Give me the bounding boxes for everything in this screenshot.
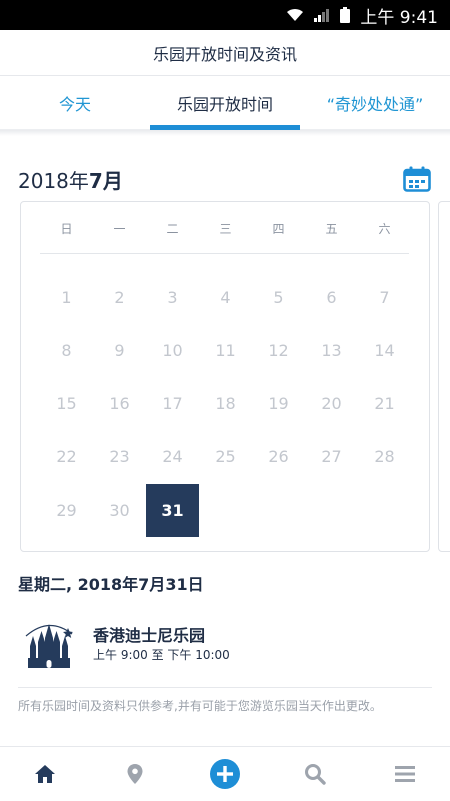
castle-logo-icon <box>25 624 73 668</box>
calendar-day[interactable]: 4 <box>199 271 252 324</box>
month-calendar: 日 一 二 三 四 五 六 1 2 3 4 5 6 7 8 9 10 11 12… <box>20 201 430 552</box>
home-icon <box>35 765 55 783</box>
calendar-day[interactable]: 26 <box>252 430 305 483</box>
calendar-day[interactable]: 3 <box>146 271 199 324</box>
menu-icon <box>395 766 415 782</box>
tab-magic-access[interactable]: “奇妙处处通” <box>300 76 450 130</box>
next-month-card-peek[interactable] <box>438 201 450 552</box>
calendar-day[interactable]: 2 <box>93 271 146 324</box>
disclaimer-text: 所有乐园时间及资料只供参考,并有可能于您游览乐园当天作出更改。 <box>18 699 382 713</box>
signal-icon <box>314 9 330 22</box>
calendar-day[interactable]: 14 <box>358 324 411 377</box>
battery-icon <box>340 7 351 23</box>
calendar-divider <box>40 253 409 254</box>
selected-date-heading: 星期二, 2018年7月31日 <box>18 575 204 594</box>
tab-bar: 今天 乐园开放时间 “奇妙处处通” <box>0 76 450 130</box>
status-bar: 上午 9:41 <box>0 0 450 30</box>
nav-search[interactable] <box>270 747 360 801</box>
weekday-wed: 三 <box>219 222 232 236</box>
calendar-day[interactable]: 15 <box>40 377 93 430</box>
park-name: 香港迪士尼乐园 <box>93 626 206 645</box>
weekday-fri: 五 <box>325 222 338 236</box>
calendar-day[interactable]: 10 <box>146 324 199 377</box>
calendar-day[interactable]: 27 <box>305 430 358 483</box>
calendar-day[interactable]: 9 <box>93 324 146 377</box>
section-divider <box>18 687 432 688</box>
nav-home[interactable] <box>0 747 90 801</box>
calendar-day-selected[interactable]: 31 <box>146 484 199 537</box>
nav-menu[interactable] <box>360 747 450 801</box>
calendar-icon[interactable] <box>403 166 431 192</box>
search-icon <box>305 764 326 785</box>
calendar-day[interactable]: 1 <box>40 271 93 324</box>
tab-today[interactable]: 今天 <box>0 76 150 130</box>
calendar-day[interactable]: 25 <box>199 430 252 483</box>
calendar-day[interactable]: 24 <box>146 430 199 483</box>
calendar-day[interactable]: 18 <box>199 377 252 430</box>
location-pin-icon <box>127 764 143 784</box>
calendar-day[interactable]: 20 <box>305 377 358 430</box>
tab-shadow <box>0 130 450 136</box>
calendar-day[interactable]: 28 <box>358 430 411 483</box>
weekday-sat: 六 <box>378 222 391 236</box>
calendar-day[interactable]: 12 <box>252 324 305 377</box>
month-title-year: 2018年 <box>18 169 89 193</box>
calendar-day[interactable]: 11 <box>199 324 252 377</box>
calendar-day[interactable]: 13 <box>305 324 358 377</box>
weekday-thu: 四 <box>272 222 285 236</box>
calendar-day[interactable]: 29 <box>40 484 93 537</box>
calendar-day[interactable]: 7 <box>358 271 411 324</box>
page-title: 乐园开放时间及资讯 <box>0 30 450 76</box>
tab-park-hours[interactable]: 乐园开放时间 <box>150 76 300 130</box>
month-title-month: 7月 <box>88 169 123 193</box>
weekday-mon: 一 <box>113 222 126 236</box>
calendar-day[interactable]: 19 <box>252 377 305 430</box>
calendar-day[interactable]: 23 <box>93 430 146 483</box>
calendar-day[interactable]: 6 <box>305 271 358 324</box>
calendar-day[interactable]: 5 <box>252 271 305 324</box>
bottom-navigation <box>0 746 450 800</box>
weekday-sun: 日 <box>60 222 73 236</box>
month-title: 2018年7月 <box>18 165 123 194</box>
nav-add[interactable] <box>180 747 270 801</box>
page-title-text: 乐园开放时间及资讯 <box>152 44 297 64</box>
wifi-icon <box>287 8 304 21</box>
calendar-day[interactable]: 17 <box>146 377 199 430</box>
nav-map[interactable] <box>90 747 180 801</box>
calendar-day[interactable]: 8 <box>40 324 93 377</box>
calendar-day[interactable]: 22 <box>40 430 93 483</box>
plus-icon <box>210 759 240 789</box>
calendar-day[interactable]: 16 <box>93 377 146 430</box>
park-hours: 上午 9:00 至 下午 10:00 <box>93 648 230 662</box>
weekday-tue: 二 <box>166 222 179 236</box>
calendar-day[interactable]: 30 <box>93 484 146 537</box>
status-time: 上午 9:41 <box>360 7 438 28</box>
calendar-day[interactable]: 21 <box>358 377 411 430</box>
